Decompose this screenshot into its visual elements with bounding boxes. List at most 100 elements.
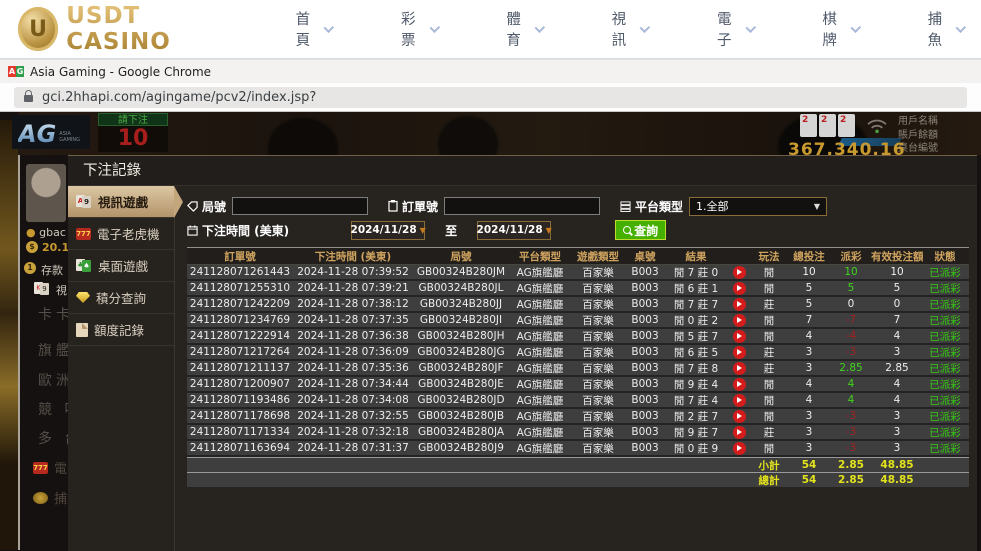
user-credit: $ 20.1	[26, 241, 69, 254]
bet-records-table: 訂單號下注時間 (美東)局號平台類型遊戲類型桌號結果玩法總投注派彩有效投注額狀態…	[187, 247, 969, 487]
cell-game-type: 百家樂	[571, 313, 625, 328]
fish-icon	[33, 492, 48, 504]
cell-platform: AG旗艦廳	[509, 377, 571, 392]
cell-result: 閒 0 莊 2	[665, 313, 727, 328]
search-icon	[623, 226, 631, 234]
cell-table-number: B003	[625, 346, 665, 358]
account-label: 用戶名稱	[898, 115, 938, 129]
nav-item[interactable]: 棋牌	[822, 8, 857, 50]
chevron-down-icon	[745, 22, 755, 32]
cell-total-bet: 10	[787, 266, 831, 278]
replay-button[interactable]	[733, 426, 746, 439]
cell-total-bet: 5	[787, 282, 831, 294]
cell-game-type: 百家樂	[571, 425, 625, 440]
nav-item-label: 棋牌	[822, 8, 844, 50]
cell-table-number: B003	[625, 378, 665, 390]
table-header-cell: 結果	[665, 249, 727, 264]
cell-platform: AG旗艦廳	[509, 361, 571, 376]
modal-sidebar-item-label: 桌面遊戲	[98, 256, 148, 275]
table-header-cell: 訂單號	[187, 249, 293, 264]
cell-bet-time: 2024-11-28 07:35:36	[293, 362, 413, 374]
cell-game-type: 百家樂	[571, 265, 625, 280]
cell-bet-time: 2024-11-28 07:36:09	[293, 346, 413, 358]
totals-valid: 48.85	[871, 474, 923, 486]
cell-total-bet: 4	[787, 378, 831, 390]
replay-button[interactable]	[733, 442, 746, 455]
date-to-select[interactable]: 2024/11/28▼	[477, 221, 551, 240]
cell-bet-time: 2024-11-28 07:32:18	[293, 426, 413, 438]
search-button[interactable]: 查詢	[615, 220, 666, 240]
cell-play-type: 閒	[751, 329, 787, 344]
nav-item[interactable]: 體育	[506, 8, 541, 50]
address-bar[interactable]: gci.2hhapi.com/agingame/pcv2/index.jsp?	[14, 87, 967, 108]
replay-button[interactable]	[733, 330, 746, 343]
round-number-input[interactable]	[232, 197, 368, 215]
cell-bet-time: 2024-11-28 07:32:55	[293, 410, 413, 422]
nav-item[interactable]: 首頁	[296, 8, 331, 50]
cell-valid-bet: 3	[871, 346, 923, 358]
cell-payout: -3	[831, 346, 871, 358]
nav-item-label: 體育	[506, 8, 528, 50]
replay-button[interactable]	[733, 282, 746, 295]
table-totals: 小計 54 2.85 48.85 總計 54 2.85	[187, 457, 969, 487]
replay-button[interactable]	[733, 298, 746, 311]
username: ● gbac	[26, 226, 66, 239]
cell-bet-time: 2024-11-28 07:36:38	[293, 330, 413, 342]
cell-payout: -3	[831, 410, 871, 422]
browser-titlebar: AG Asia Gaming - Google Chrome	[0, 59, 981, 83]
replay-button[interactable]	[733, 362, 746, 375]
cell-status: 已派彩	[923, 425, 967, 440]
modal-sidebar-item-label: 視訊遊戲	[98, 192, 148, 211]
document-icon	[76, 323, 88, 337]
replay-button[interactable]	[733, 394, 746, 407]
cell-total-bet: 5	[787, 298, 831, 310]
nav-item[interactable]: 視訊	[612, 8, 647, 50]
replay-button[interactable]	[733, 266, 746, 279]
replay-button[interactable]	[733, 314, 746, 327]
play-icon	[737, 365, 742, 371]
chevron-down-icon: ▼	[814, 202, 820, 211]
asia-gaming-favicon-icon: AG	[8, 66, 24, 77]
cell-status: 已派彩	[923, 361, 967, 376]
cell-bet-time: 2024-11-28 07:34:08	[293, 394, 413, 406]
nav-item[interactable]: 彩票	[401, 8, 436, 50]
cell-platform: AG旗艦廳	[509, 409, 571, 424]
table-row: 241128071200907 2024-11-28 07:34:44 GB00…	[187, 377, 969, 393]
table-header-cell: 派彩	[831, 249, 871, 264]
platform-type-select[interactable]: 1.全部▼	[689, 197, 827, 216]
modal-sidebar-item[interactable]: 777 電子老虎機	[68, 218, 174, 250]
totals-valid: 48.85	[871, 459, 923, 471]
nav-item[interactable]: 電子	[717, 8, 752, 50]
deposit-link: 1 存款	[24, 262, 63, 278]
cell-play-type: 閒	[751, 265, 787, 280]
modal-sidebar-item[interactable]: 積分查詢	[68, 282, 174, 314]
modal-sidebar-item[interactable]: A9 視訊遊戲	[68, 186, 174, 218]
deposit-icon: 1	[24, 262, 36, 274]
chevron-down-icon	[640, 22, 650, 32]
cell-result: 閒 2 莊 7	[665, 409, 727, 424]
order-number-input[interactable]	[444, 197, 600, 215]
cell-result: 閒 0 莊 9	[665, 441, 727, 456]
cell-platform: AG旗艦廳	[509, 313, 571, 328]
table-header-cell: 有效投注額	[871, 249, 923, 264]
nav-item[interactable]: 捕魚	[928, 8, 963, 50]
cell-valid-bet: 7	[871, 314, 923, 326]
chevron-down-icon	[851, 22, 861, 32]
modal-sidebar-item[interactable]: ♣♠ 桌面遊戲	[68, 250, 174, 282]
replay-button[interactable]	[733, 346, 746, 359]
cell-total-bet: 4	[787, 330, 831, 342]
cell-total-bet: 3	[787, 346, 831, 358]
replay-button[interactable]	[733, 410, 746, 423]
cell-round-number: GB00324B280JE	[413, 378, 509, 390]
date-from-select[interactable]: 2024/11/28▼	[351, 221, 425, 240]
site-logo[interactable]: U USDT CASINO	[18, 3, 238, 55]
lock-icon	[24, 95, 33, 102]
cell-table-number: B003	[625, 410, 665, 422]
modal-sidebar-item[interactable]: 額度記錄	[68, 314, 174, 346]
replay-button[interactable]	[733, 378, 746, 391]
cell-order-number: 241128071222914	[187, 330, 293, 342]
video-menu-item: K9 視	[34, 282, 67, 298]
table-row: 241128071222914 2024-11-28 07:36:38 GB00…	[187, 329, 969, 345]
cell-play-type: 閒	[751, 281, 787, 296]
play-icon	[737, 429, 742, 435]
